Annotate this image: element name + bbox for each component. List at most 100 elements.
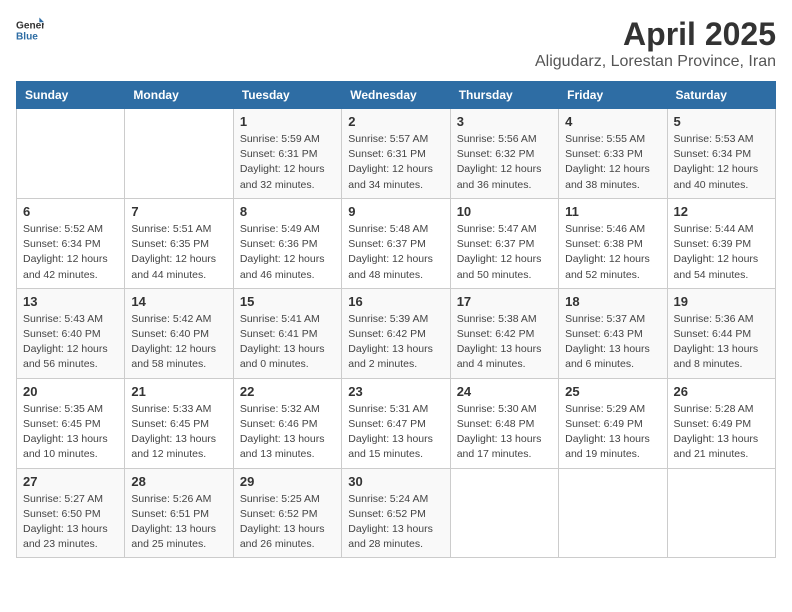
- day-info: Sunrise: 5:32 AMSunset: 6:46 PMDaylight:…: [240, 402, 335, 463]
- day-number: 3: [457, 114, 552, 129]
- calendar-title: April 2025: [535, 16, 776, 53]
- day-cell-28: 28 Sunrise: 5:26 AMSunset: 6:51 PMDayligh…: [125, 468, 233, 558]
- day-number: 5: [674, 114, 769, 129]
- day-info: Sunrise: 5:55 AMSunset: 6:33 PMDaylight:…: [565, 132, 660, 193]
- day-cell-13: 13 Sunrise: 5:43 AMSunset: 6:40 PMDayligh…: [17, 288, 125, 378]
- day-number: 27: [23, 474, 118, 489]
- day-info: Sunrise: 5:26 AMSunset: 6:51 PMDaylight:…: [131, 492, 226, 553]
- day-number: 19: [674, 294, 769, 309]
- day-cell-30: 30Sunrise: 5:24 AMSunset: 6:52 PMDayligh…: [342, 468, 450, 558]
- day-cell-18: 18 Sunrise: 5:37 AMSunset: 6:43 PMDayligh…: [559, 288, 667, 378]
- header-day-thursday: Thursday: [450, 82, 558, 109]
- day-cell-2: 2Sunrise: 5:57 AMSunset: 6:31 PMDaylight…: [342, 109, 450, 199]
- header-day-monday: Monday: [125, 82, 233, 109]
- day-cell-11: 11Sunrise: 5:46 AMSunset: 6:38 PMDayligh…: [559, 198, 667, 288]
- day-number: 6: [23, 204, 118, 219]
- day-number: 12: [674, 204, 769, 219]
- day-cell-15: 15 Sunrise: 5:41 AMSunset: 6:41 PMDayligh…: [233, 288, 341, 378]
- day-number: 11: [565, 204, 660, 219]
- day-number: 7: [131, 204, 226, 219]
- empty-cell: [667, 468, 775, 558]
- day-info: Sunrise: 5:36 AMSunset: 6:44 PMDaylight:…: [674, 312, 769, 373]
- day-info: Sunrise: 5:56 AMSunset: 6:32 PMDaylight:…: [457, 132, 552, 193]
- day-number: 4: [565, 114, 660, 129]
- day-info: Sunrise: 5:42 AMSunset: 6:40 PMDaylight:…: [131, 312, 226, 373]
- header-day-wednesday: Wednesday: [342, 82, 450, 109]
- day-info: Sunrise: 5:24 AMSunset: 6:52 PMDaylight:…: [348, 492, 443, 553]
- day-cell-25: 25Sunrise: 5:29 AMSunset: 6:49 PMDayligh…: [559, 378, 667, 468]
- day-cell-23: 23 Sunrise: 5:31 AMSunset: 6:47 PMDayligh…: [342, 378, 450, 468]
- day-cell-1: 1 Sunrise: 5:59 AMSunset: 6:31 PMDaylight…: [233, 109, 341, 199]
- empty-cell: [450, 468, 558, 558]
- day-number: 21: [131, 384, 226, 399]
- day-number: 29: [240, 474, 335, 489]
- day-cell-24: 24 Sunrise: 5:30 AMSunset: 6:48 PMDayligh…: [450, 378, 558, 468]
- day-cell-19: 19 Sunrise: 5:36 AMSunset: 6:44 PMDayligh…: [667, 288, 775, 378]
- day-info: Sunrise: 5:44 AMSunset: 6:39 PMDaylight:…: [674, 222, 769, 283]
- day-number: 9: [348, 204, 443, 219]
- day-cell-5: 5 Sunrise: 5:53 AMSunset: 6:34 PMDaylight…: [667, 109, 775, 199]
- day-cell-6: 6 Sunrise: 5:52 AMSunset: 6:34 PMDaylight…: [17, 198, 125, 288]
- day-info: Sunrise: 5:37 AMSunset: 6:43 PMDaylight:…: [565, 312, 660, 373]
- day-number: 17: [457, 294, 552, 309]
- day-number: 20: [23, 384, 118, 399]
- header-day-saturday: Saturday: [667, 82, 775, 109]
- logo: General Blue: [16, 16, 44, 44]
- day-cell-8: 8 Sunrise: 5:49 AMSunset: 6:36 PMDaylight…: [233, 198, 341, 288]
- day-number: 22: [240, 384, 335, 399]
- day-number: 24: [457, 384, 552, 399]
- day-cell-12: 12 Sunrise: 5:44 AMSunset: 6:39 PMDayligh…: [667, 198, 775, 288]
- day-number: 13: [23, 294, 118, 309]
- day-info: Sunrise: 5:51 AMSunset: 6:35 PMDaylight:…: [131, 222, 226, 283]
- empty-cell: [17, 109, 125, 199]
- day-info: Sunrise: 5:41 AMSunset: 6:41 PMDaylight:…: [240, 312, 335, 373]
- day-number: 8: [240, 204, 335, 219]
- day-number: 2: [348, 114, 443, 129]
- header-day-friday: Friday: [559, 82, 667, 109]
- header-row: SundayMondayTuesdayWednesdayThursdayFrid…: [17, 82, 776, 109]
- day-info: Sunrise: 5:31 AMSunset: 6:47 PMDaylight:…: [348, 402, 443, 463]
- day-number: 23: [348, 384, 443, 399]
- day-number: 18: [565, 294, 660, 309]
- day-cell-21: 21 Sunrise: 5:33 AMSunset: 6:45 PMDayligh…: [125, 378, 233, 468]
- day-cell-26: 26 Sunrise: 5:28 AMSunset: 6:49 PMDayligh…: [667, 378, 775, 468]
- logo-icon: General Blue: [16, 16, 44, 44]
- day-info: Sunrise: 5:25 AMSunset: 6:52 PMDaylight:…: [240, 492, 335, 553]
- day-number: 26: [674, 384, 769, 399]
- day-cell-20: 20Sunrise: 5:35 AMSunset: 6:45 PMDayligh…: [17, 378, 125, 468]
- day-cell-10: 10 Sunrise: 5:47 AMSunset: 6:37 PMDayligh…: [450, 198, 558, 288]
- day-number: 15: [240, 294, 335, 309]
- day-cell-29: 29 Sunrise: 5:25 AMSunset: 6:52 PMDayligh…: [233, 468, 341, 558]
- day-cell-7: 7 Sunrise: 5:51 AMSunset: 6:35 PMDaylight…: [125, 198, 233, 288]
- svg-text:Blue: Blue: [16, 31, 38, 42]
- day-cell-14: 14 Sunrise: 5:42 AMSunset: 6:40 PMDayligh…: [125, 288, 233, 378]
- day-info: Sunrise: 5:59 AMSunset: 6:31 PMDaylight:…: [240, 132, 335, 193]
- title-area: April 2025 Aligudarz, Lorestan Province,…: [535, 16, 776, 71]
- week-row-3: 13 Sunrise: 5:43 AMSunset: 6:40 PMDayligh…: [17, 288, 776, 378]
- day-number: 28: [131, 474, 226, 489]
- day-number: 10: [457, 204, 552, 219]
- empty-cell: [559, 468, 667, 558]
- day-info: Sunrise: 5:33 AMSunset: 6:45 PMDaylight:…: [131, 402, 226, 463]
- day-info: Sunrise: 5:49 AMSunset: 6:36 PMDaylight:…: [240, 222, 335, 283]
- day-cell-16: 16Sunrise: 5:39 AMSunset: 6:42 PMDayligh…: [342, 288, 450, 378]
- day-info: Sunrise: 5:29 AMSunset: 6:49 PMDaylight:…: [565, 402, 660, 463]
- day-info: Sunrise: 5:27 AMSunset: 6:50 PMDaylight:…: [23, 492, 118, 553]
- week-row-2: 6 Sunrise: 5:52 AMSunset: 6:34 PMDaylight…: [17, 198, 776, 288]
- day-number: 14: [131, 294, 226, 309]
- week-row-5: 27 Sunrise: 5:27 AMSunset: 6:50 PMDayligh…: [17, 468, 776, 558]
- day-info: Sunrise: 5:53 AMSunset: 6:34 PMDaylight:…: [674, 132, 769, 193]
- day-info: Sunrise: 5:43 AMSunset: 6:40 PMDaylight:…: [23, 312, 118, 373]
- header-day-tuesday: Tuesday: [233, 82, 341, 109]
- day-info: Sunrise: 5:47 AMSunset: 6:37 PMDaylight:…: [457, 222, 552, 283]
- day-number: 1: [240, 114, 335, 129]
- day-cell-3: 3 Sunrise: 5:56 AMSunset: 6:32 PMDaylight…: [450, 109, 558, 199]
- day-info: Sunrise: 5:28 AMSunset: 6:49 PMDaylight:…: [674, 402, 769, 463]
- header-day-sunday: Sunday: [17, 82, 125, 109]
- day-info: Sunrise: 5:30 AMSunset: 6:48 PMDaylight:…: [457, 402, 552, 463]
- day-info: Sunrise: 5:39 AMSunset: 6:42 PMDaylight:…: [348, 312, 443, 373]
- day-info: Sunrise: 5:52 AMSunset: 6:34 PMDaylight:…: [23, 222, 118, 283]
- day-cell-17: 17Sunrise: 5:38 AMSunset: 6:42 PMDayligh…: [450, 288, 558, 378]
- week-row-1: 1 Sunrise: 5:59 AMSunset: 6:31 PMDaylight…: [17, 109, 776, 199]
- calendar-table: SundayMondayTuesdayWednesdayThursdayFrid…: [16, 81, 776, 558]
